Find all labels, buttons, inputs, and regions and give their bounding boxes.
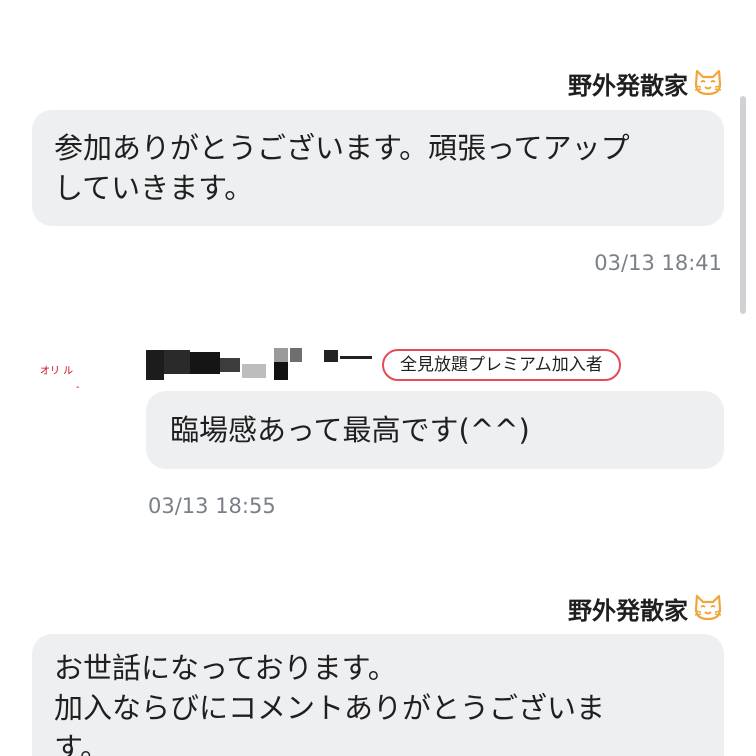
username-redacted: [146, 346, 378, 382]
sender-name: 野外発散家: [568, 72, 688, 100]
premium-badge: 全見放題プレミアム加入者: [382, 349, 621, 381]
scrollbar[interactable]: [740, 96, 746, 314]
avatar[interactable]: オリ ル -: [26, 344, 98, 416]
cat-face-icon: [694, 594, 722, 621]
message-bubble: 臨場感あって最高です(^^): [146, 391, 724, 469]
cat-face-icon: [694, 69, 722, 96]
message-bubble: お世話になっております。 加入ならびにコメントありがとうございま す。: [32, 634, 724, 756]
avatar-label: オリ ル: [40, 366, 74, 377]
message-bubble: 参加ありがとうございます。頑張ってアップ していきます。: [32, 110, 724, 226]
timestamp: 03/13 18:41: [594, 251, 722, 275]
timestamp: 03/13 18:55: [148, 494, 276, 518]
sender-name: 野外発散家: [568, 597, 688, 625]
